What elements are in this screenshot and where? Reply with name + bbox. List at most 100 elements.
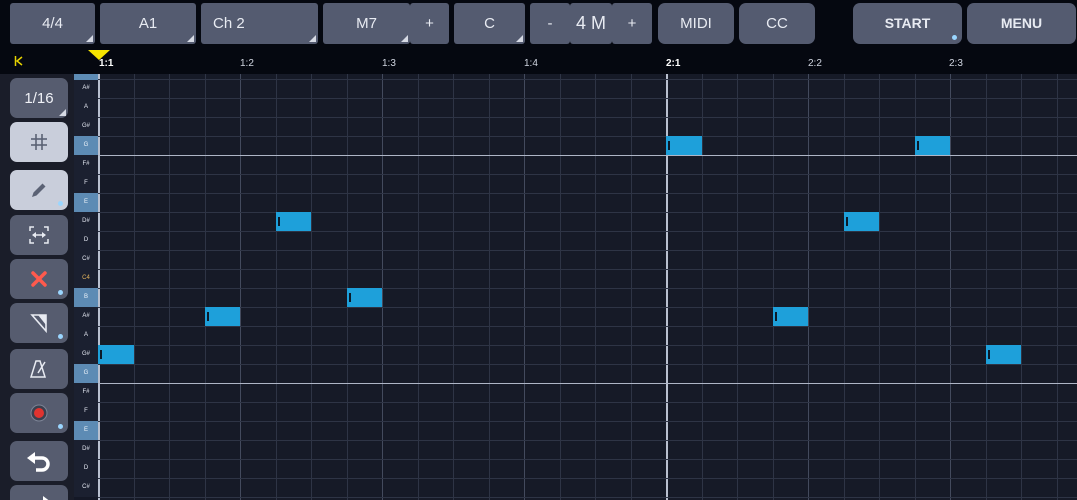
row-line <box>98 345 1077 346</box>
octave-line <box>98 155 1077 156</box>
chord-label: M7 <box>356 15 377 32</box>
length-plus-label: + <box>627 15 637 32</box>
undo-icon <box>27 452 50 472</box>
row-line <box>98 421 1077 422</box>
row-line <box>98 459 1077 460</box>
length-plus-button[interactable]: + <box>612 3 652 44</box>
midi-note[interactable] <box>666 136 702 155</box>
row-line <box>98 402 1077 403</box>
step-line <box>275 74 277 500</box>
piano-key[interactable]: B <box>74 288 98 307</box>
piano-top-edge <box>74 74 98 80</box>
delete-indicator-dot <box>58 290 63 295</box>
midi-note[interactable] <box>985 345 1021 364</box>
length-minus-label: - <box>547 15 553 32</box>
midi-note[interactable] <box>772 307 808 326</box>
velocity-tool-button[interactable] <box>10 303 68 343</box>
chord-plus-label: + <box>425 15 434 32</box>
pencil-tool-button[interactable] <box>10 170 68 210</box>
piano-keyboard[interactable]: A# A G# G F# F E D# D C# C4 B A# A G# G F# F E D# D C# <box>74 74 98 500</box>
piano-key[interactable]: C# <box>74 478 98 497</box>
ruler-label: 1:3 <box>382 58 396 69</box>
piano-key[interactable]: D# <box>74 440 98 459</box>
root-key-button[interactable]: C <box>454 3 525 44</box>
beat-line <box>524 74 525 500</box>
midi-note[interactable] <box>275 212 311 231</box>
step-line <box>133 74 135 500</box>
midi-label: MIDI <box>680 15 712 32</box>
ruler-label: 1:2 <box>240 58 254 69</box>
midi-note[interactable] <box>346 288 382 307</box>
piano-key[interactable]: C4 <box>74 269 98 288</box>
piano-key[interactable]: F <box>74 402 98 421</box>
pencil-icon <box>32 183 46 197</box>
midi-note[interactable] <box>914 136 950 155</box>
step-line <box>737 74 738 500</box>
redo-icon <box>43 496 49 500</box>
step-line <box>772 74 774 500</box>
start-label: START <box>884 15 931 31</box>
note-grid[interactable] <box>98 74 1077 500</box>
piano-key[interactable]: F# <box>74 155 98 174</box>
velocity-wedge-icon <box>30 314 47 333</box>
piano-key[interactable]: D <box>74 231 98 250</box>
grid-snap-button[interactable] <box>10 122 68 162</box>
step-line <box>630 74 632 500</box>
step-line <box>453 74 454 500</box>
undo-button[interactable] <box>10 441 68 481</box>
channel-button[interactable]: Ch 2 <box>201 3 318 44</box>
chord-button[interactable]: M7 <box>323 3 410 44</box>
length-minus-button[interactable]: - <box>530 3 570 44</box>
step-line <box>985 74 987 500</box>
piano-key[interactable]: A# <box>74 79 98 98</box>
piano-key[interactable]: D <box>74 459 98 478</box>
pencil-indicator-dot <box>58 201 63 206</box>
menu-button[interactable]: MENU <box>967 3 1076 44</box>
step-line <box>843 74 845 500</box>
pattern-label: A1 <box>138 15 158 32</box>
step-line <box>311 74 312 500</box>
start-button[interactable]: START <box>853 3 962 44</box>
timeline-ruler[interactable]: 1:1 1:2 1:3 1:4 2:1 2:2 2:3 <box>0 48 1077 74</box>
cc-button[interactable]: CC <box>739 3 815 44</box>
midi-note[interactable] <box>98 345 134 364</box>
midi-note[interactable] <box>843 212 879 231</box>
midi-button[interactable]: MIDI <box>658 3 734 44</box>
row-line <box>98 497 1077 498</box>
time-signature-button[interactable]: 4/4 <box>10 3 95 44</box>
piano-key[interactable]: A <box>74 326 98 345</box>
record-icon <box>30 404 48 422</box>
redo-button[interactable] <box>10 485 68 500</box>
ruler-label: 2:1 <box>666 58 681 69</box>
piano-key[interactable]: D# <box>74 212 98 231</box>
row-line <box>98 117 1077 118</box>
quantize-button[interactable]: 1/16 <box>10 78 68 118</box>
piano-key[interactable]: G <box>74 364 98 383</box>
record-button[interactable] <box>10 393 68 433</box>
pattern-button[interactable]: A1 <box>100 3 196 44</box>
ruler-label: 2:3 <box>949 58 963 69</box>
metronome-button[interactable] <box>10 349 68 389</box>
step-line <box>1021 74 1022 500</box>
record-indicator-dot <box>58 424 63 429</box>
row-line <box>98 326 1077 327</box>
piano-key[interactable]: E <box>74 193 98 212</box>
piano-key[interactable]: F <box>74 174 98 193</box>
piano-key[interactable]: A# <box>74 307 98 326</box>
resize-tool-button[interactable] <box>10 215 68 255</box>
ruler-label: 1:4 <box>524 58 538 69</box>
midi-note[interactable] <box>204 307 240 326</box>
octave-line <box>98 383 1077 384</box>
piano-key[interactable]: A <box>74 98 98 117</box>
beat-line <box>382 74 383 500</box>
piano-key[interactable]: G# <box>74 117 98 136</box>
piano-key[interactable]: G <box>74 136 98 155</box>
row-line <box>98 231 1077 232</box>
piano-key[interactable]: F# <box>74 383 98 402</box>
chord-plus-button[interactable]: + <box>410 3 449 44</box>
piano-key[interactable]: C# <box>74 250 98 269</box>
piano-key[interactable]: G# <box>74 345 98 364</box>
delete-tool-button[interactable] <box>10 259 68 299</box>
piano-key[interactable]: E <box>74 421 98 440</box>
loop-start-icon[interactable] <box>14 56 24 66</box>
